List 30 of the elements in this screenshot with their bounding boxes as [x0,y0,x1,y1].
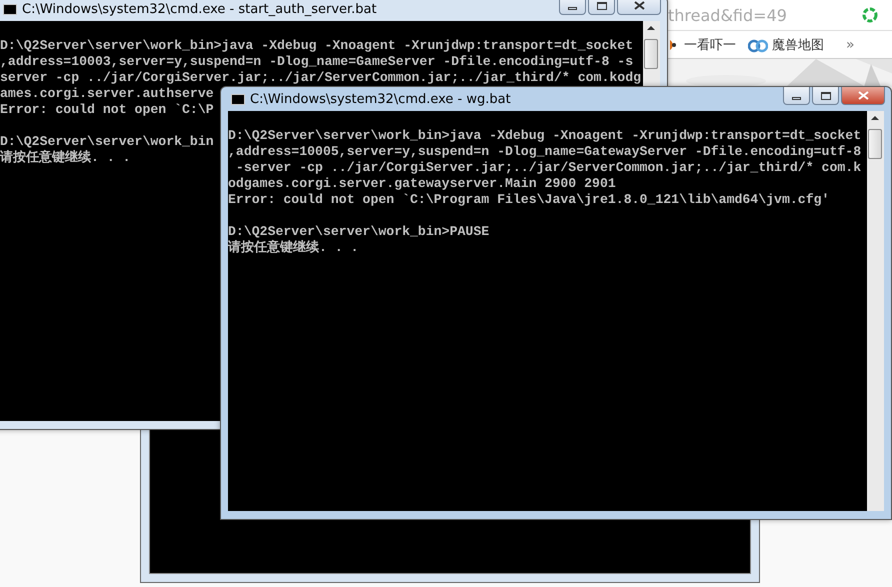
close-button[interactable] [841,87,885,105]
console-line: Error: could not open `C:\P [0,102,214,118]
bookmark-link[interactable]: 一看吓一 [684,36,736,54]
maximize-button[interactable] [812,87,839,105]
console-line: odgames.corgi.server.gatewayserver.Main 2900 2901 [228,176,616,192]
console-line: ames.corgi.server.authserve [0,86,214,102]
more-bookmarks-button[interactable]: » [846,36,855,52]
console-line: 请按任意键继续. . . [228,240,359,256]
close-icon [634,0,644,12]
bookmark-link[interactable]: 魔兽地图 [772,36,824,54]
refresh-icon[interactable] [862,7,878,23]
console-line: server -cp ../jar/CorgiServer.jar;../jar/ServerCommon.jar;../jar_third/* com.kodg [0,70,642,86]
console-line: ,address=10003,server=y,suspend=n -Dlog_name=GameServer -Dfile.encoding=utf-8 -s [0,54,634,70]
console-line: Error: could not open `C:\Program Files\Java\jre1.8.0_121\lib\amd64\jvm.cfg' [228,192,830,208]
console-line: D:\Q2Server\server\work_bin>java -Xdebug -Xnoagent -Xrunjdwp:transport=dt_socket [0,38,634,54]
console-line: -server -cp ../jar/CorgiServer.jar;../jar/ServerCommon.jar;../jar_third/* com.k [234,160,862,176]
window-title: C:\Windows\system32\cmd.exe - start_auth_server.bat [22,2,378,16]
console-line: D:\Q2Server\server\work_bin [0,134,214,150]
console-line: ,address=10005,server=y,suspend=n -Dlog_name=GatewayServer -Dfile.encoding=utf-8 [228,144,862,160]
console-icon [231,94,245,104]
minimize-button[interactable] [783,87,810,105]
console-icon [3,4,17,14]
console-line: 请按任意键继续. . . [0,150,131,166]
close-icon [858,90,868,102]
console-line: D:\Q2Server\server\work_bin>java -Xdebug -Xnoagent -Xrunjdwp:transport=dt_socket [228,128,862,144]
console-line: D:\Q2Server\server\work_bin>PAUSE [228,224,490,240]
maximize-button[interactable] [588,0,615,15]
window-title: C:\Windows\system32\cmd.exe - wg.bat [250,92,512,106]
close-button[interactable] [617,0,661,15]
minimize-button[interactable] [559,0,586,15]
